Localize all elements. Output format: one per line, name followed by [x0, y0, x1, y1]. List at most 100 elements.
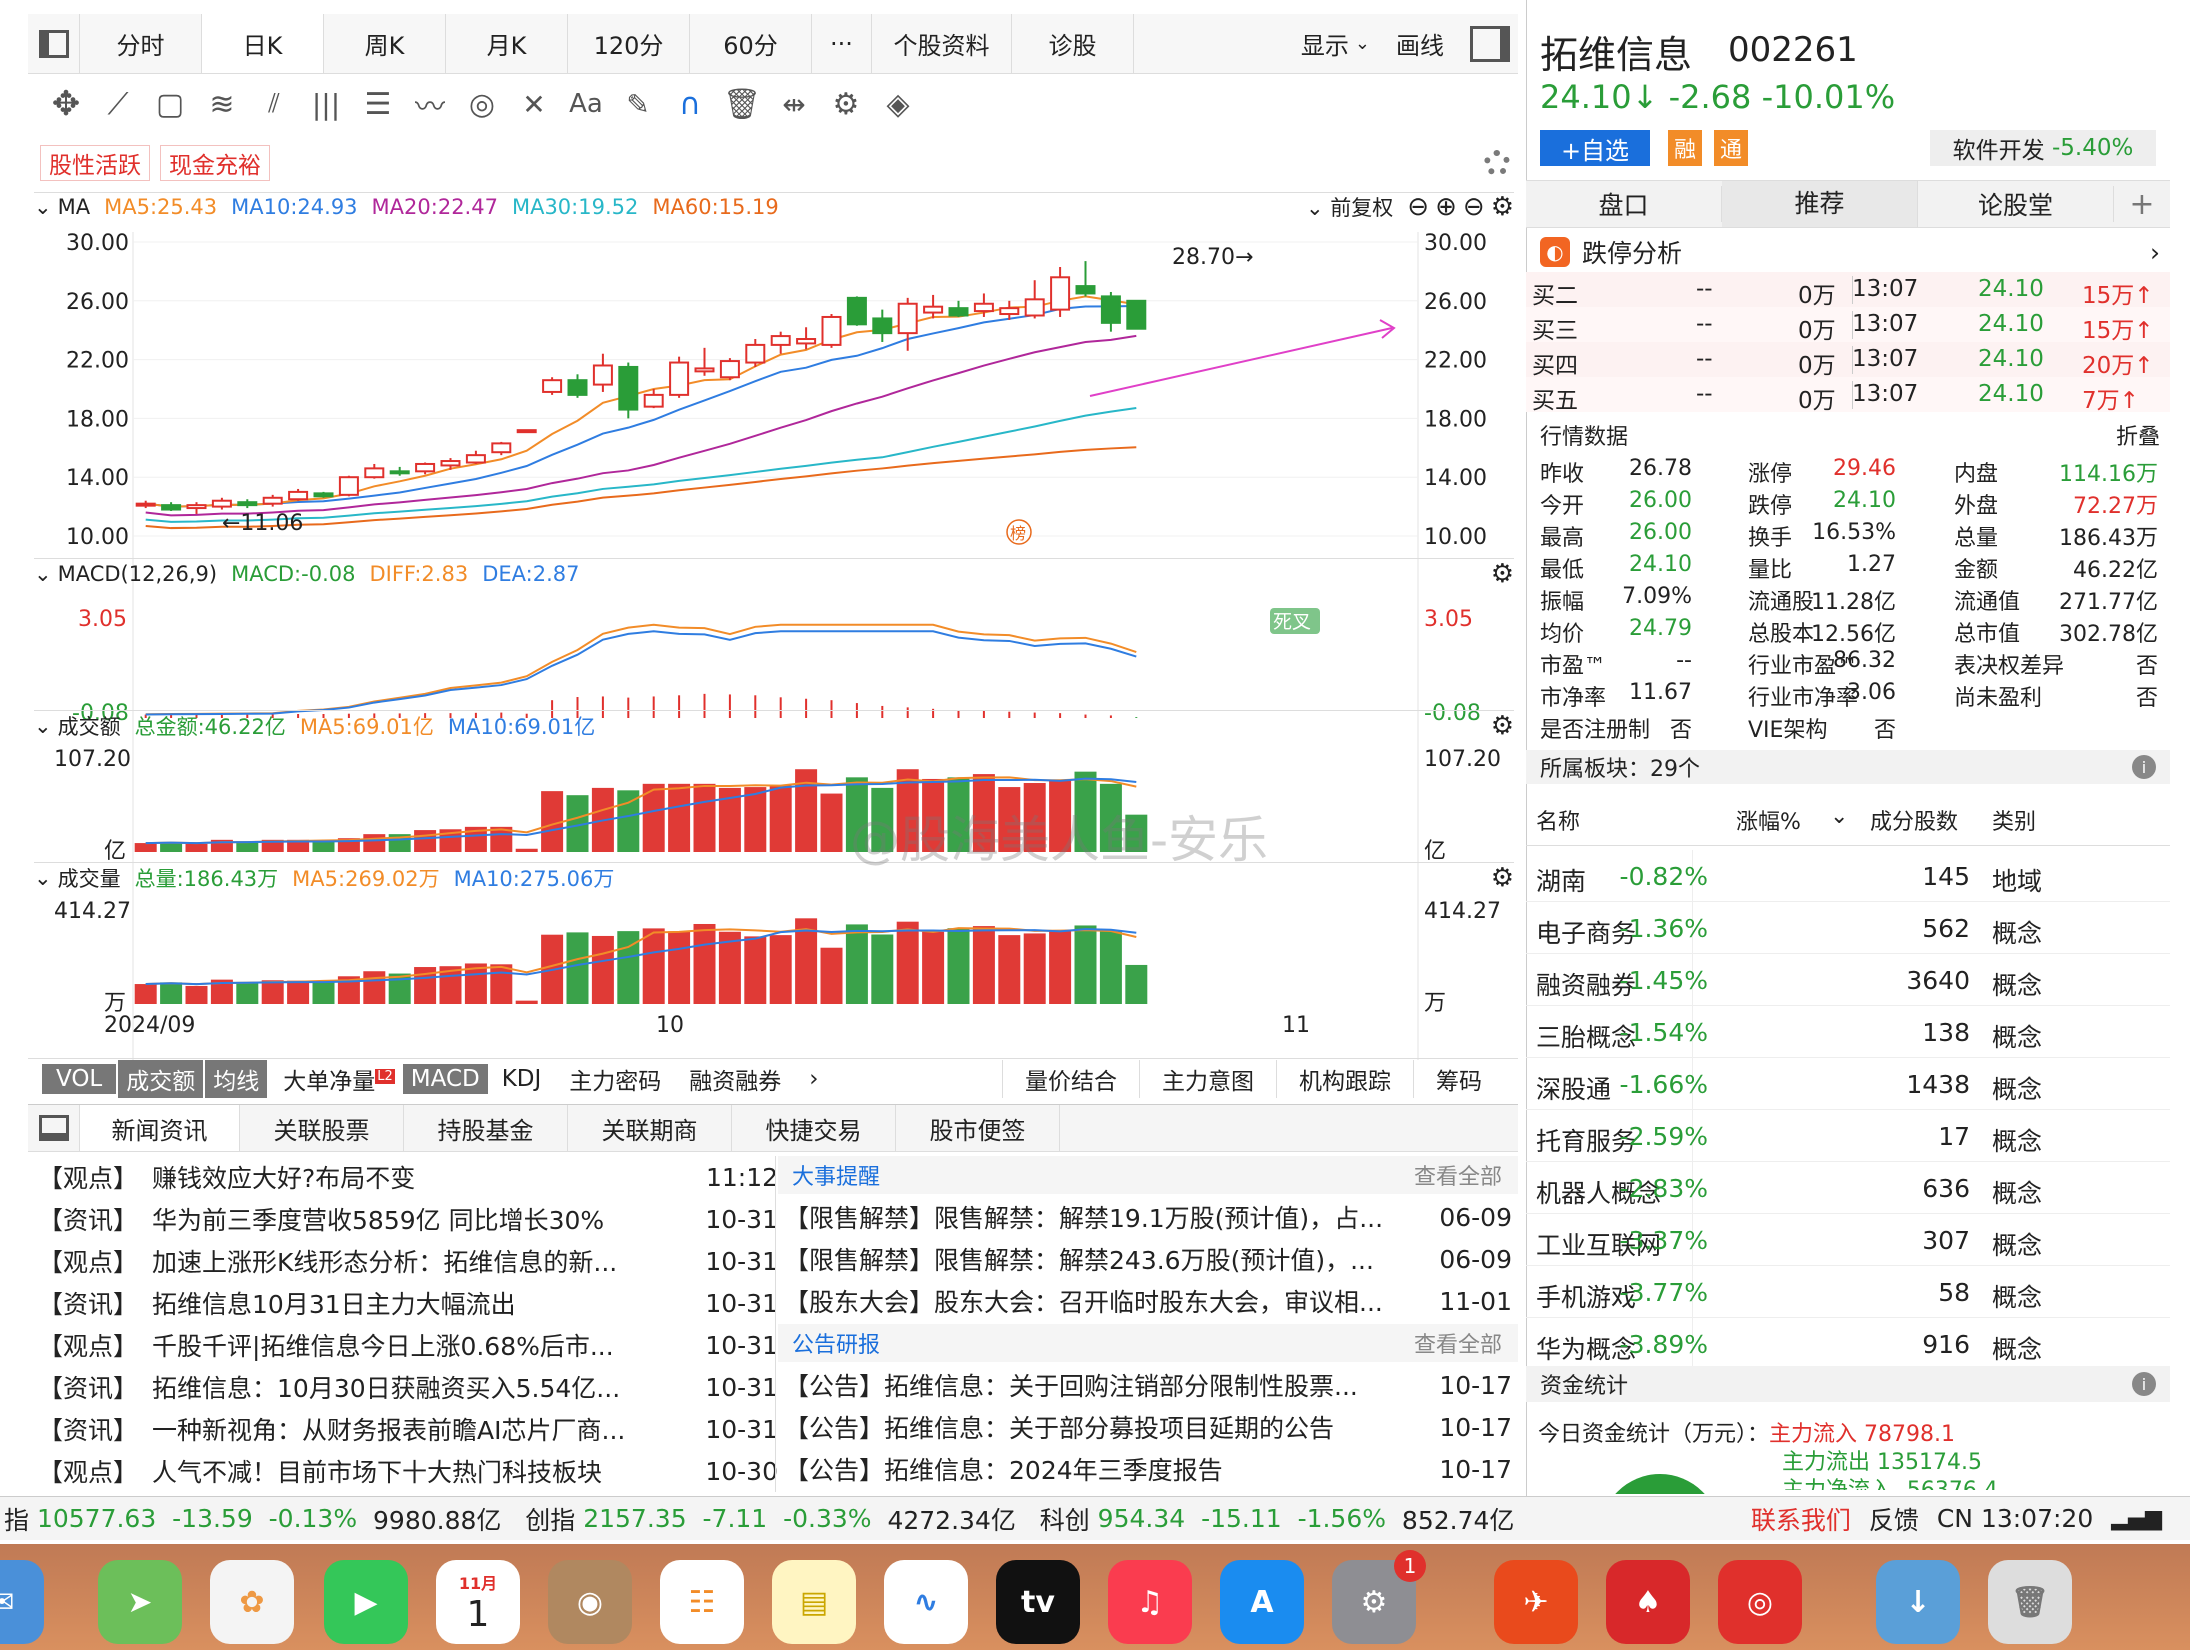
mail-icon[interactable]: ✉: [0, 1560, 44, 1644]
news-item[interactable]: 【资讯】 一种新视角：从财务报表前瞻AI芯片厂商... 10-31: [38, 1408, 788, 1450]
indicator-main-code[interactable]: 主力密码: [555, 1060, 675, 1098]
tab-monthly-k[interactable]: 月K: [446, 14, 568, 73]
col-name[interactable]: 名称: [1536, 804, 1580, 836]
sector-row[interactable]: 工业互联网 -3.37% 307 概念: [1526, 1214, 2170, 1266]
settings-icon[interactable]: ⚙: [820, 78, 872, 130]
add-tab-icon[interactable]: +: [2114, 187, 2170, 222]
news-item[interactable]: 【观点】 加速上涨形K线形态分析：拓维信息的新... 10-31: [38, 1240, 788, 1282]
freeform-icon[interactable]: ∿: [884, 1560, 968, 1644]
cycle-tool-icon[interactable]: ◎: [456, 78, 508, 130]
indicator-vol[interactable]: VOL: [42, 1063, 117, 1094]
angle-tool-icon[interactable]: ✕: [508, 78, 560, 130]
tab-fenshi[interactable]: 分时: [80, 14, 202, 73]
notes-icon[interactable]: ▤: [772, 1560, 856, 1644]
netease-icon[interactable]: ◎: [1718, 1560, 1802, 1644]
tab-chips[interactable]: 筹码: [1413, 1059, 1504, 1098]
tag-active[interactable]: 股性活跃: [40, 145, 150, 181]
tab-diagnosis[interactable]: 诊股: [1012, 14, 1134, 73]
indicator-macd[interactable]: MACD: [402, 1063, 488, 1094]
minimize-panel-icon[interactable]: [28, 1105, 80, 1151]
zoom-in-icon[interactable]: ⊕: [1435, 192, 1457, 222]
news-item[interactable]: 【资讯】 华为前三季度营收5859亿 同比增长30% 10-31: [38, 1198, 788, 1240]
tab-futures[interactable]: 关联期商: [568, 1105, 732, 1151]
volume-settings-icon[interactable]: ⚙: [1491, 863, 1514, 893]
info-icon[interactable]: i: [2132, 1372, 2156, 1396]
sector-row[interactable]: 机器人概念 -2.83% 636 概念: [1526, 1162, 2170, 1214]
limit-analysis-row[interactable]: ◐ 跌停分析 ›: [1540, 234, 2160, 270]
macd-settings-icon[interactable]: ⚙: [1491, 559, 1514, 589]
tab-volume-price[interactable]: 量价结合: [1002, 1059, 1139, 1098]
tonghuashun-icon[interactable]: ✈: [1494, 1560, 1578, 1644]
sidebar-toggle-icon[interactable]: [28, 14, 80, 73]
sector-row[interactable]: 电子商务 -1.36% 562 概念: [1526, 902, 2170, 954]
layers-icon[interactable]: ◈: [872, 78, 924, 130]
col-change[interactable]: 涨幅%: [1736, 804, 1801, 836]
facetime-icon[interactable]: ▶: [324, 1560, 408, 1644]
indicator-big-order[interactable]: 大单净量 L2: [275, 1060, 403, 1098]
news-item[interactable]: 【资讯】 拓维信息：10月30日获融资买入5.54亿... 10-31: [38, 1366, 788, 1408]
grid-tool-icon[interactable]: |||: [300, 78, 352, 130]
news-item[interactable]: 【观点】 千股千评|拓维信息今日上涨0.68%后市... 10-31: [38, 1324, 788, 1366]
wave-tool-icon[interactable]: 〰: [404, 78, 456, 130]
tab-institution[interactable]: 机构跟踪: [1276, 1059, 1413, 1098]
channel-tool-icon[interactable]: ⫽: [248, 78, 300, 130]
event-item[interactable]: 【限售解禁】 限售解禁：解禁243.6万股(预计值)，... 06-09: [784, 1238, 1512, 1280]
sector-row[interactable]: 三胎概念 -1.54% 138 概念: [1526, 1006, 2170, 1058]
indicator-margin[interactable]: 融资融券: [675, 1060, 795, 1098]
sector-row[interactable]: 融资融券 -1.45% 3640 概念: [1526, 954, 2170, 1006]
tab-daily-k[interactable]: 日K: [202, 14, 324, 73]
sector-row[interactable]: 托育服务 -2.59% 17 概念: [1526, 1110, 2170, 1162]
sector-row[interactable]: 深股通 -1.66% 1438 概念: [1526, 1058, 2170, 1110]
kline-chart[interactable]: 30.00 30.00 26.00 26.00 22.00 22.00 18.00 18.00…: [0, 220, 1526, 1060]
indicator-ma[interactable]: 均线: [205, 1059, 268, 1098]
trash-bin-icon[interactable]: 🗑: [1988, 1560, 2072, 1644]
info-icon[interactable]: i: [2132, 755, 2156, 779]
reminders-icon[interactable]: ☷: [660, 1560, 744, 1644]
adjust-dropdown[interactable]: ⌄ 前复权: [1306, 192, 1393, 222]
tab-quick-trade[interactable]: 快捷交易: [732, 1105, 896, 1151]
panel-toggle-icon[interactable]: [1470, 25, 1510, 62]
contacts-icon[interactable]: ◉: [548, 1560, 632, 1644]
tab-120min[interactable]: 120分: [568, 14, 690, 73]
app-store-icon[interactable]: A: [1220, 1560, 1304, 1644]
move-icon[interactable]: ✥: [40, 78, 92, 130]
news-item[interactable]: 【资讯】 拓维信息10月31日主力大幅流出 10-31: [38, 1282, 788, 1324]
industry-badge[interactable]: 软件开发 -5.40%: [1930, 130, 2156, 166]
tab-funds[interactable]: 持股基金: [404, 1105, 568, 1151]
sector-row[interactable]: 湖南 -0.82% 145 地域: [1526, 850, 2170, 902]
indicator-amount[interactable]: 成交额: [118, 1059, 204, 1098]
tab-order-book[interactable]: 盘口: [1526, 186, 1722, 222]
display-menu[interactable]: 显示: [1301, 26, 1349, 61]
tab-news[interactable]: 新闻资讯: [80, 1105, 240, 1151]
chart-settings-icon[interactable]: [1484, 150, 1510, 176]
contact-link[interactable]: 联系我们: [1751, 1501, 1851, 1537]
sector-row[interactable]: 华为概念 -3.89% 916 概念: [1526, 1318, 2170, 1370]
apple-tv-icon[interactable]: tv: [996, 1560, 1080, 1644]
ma-settings-icon[interactable]: ⚙: [1491, 192, 1514, 222]
tag-cash[interactable]: 现金充裕: [160, 145, 270, 181]
event-item[interactable]: 【股东大会】 股东大会：召开临时股东大会，审议相... 11-01: [784, 1280, 1512, 1322]
news-item[interactable]: 【观点】 赚钱效应大好?布局不变 11:12: [38, 1156, 788, 1198]
maps-icon[interactable]: ➤: [98, 1560, 182, 1644]
rectangle-tool-icon[interactable]: ▢: [144, 78, 196, 130]
downloads-icon[interactable]: ↓: [1876, 1560, 1960, 1644]
amount-settings-icon[interactable]: ⚙: [1491, 711, 1514, 741]
tab-weekly-k[interactable]: 周K: [324, 14, 446, 73]
tab-recommend[interactable]: 推荐: [1722, 181, 1918, 227]
add-watch-button[interactable]: +自选: [1540, 130, 1650, 166]
more-timeframes-button[interactable]: ···: [812, 14, 872, 73]
eraser-icon[interactable]: ✎: [612, 78, 664, 130]
zoom-out-icon[interactable]: ⊖: [1407, 192, 1429, 222]
text-tool-icon[interactable]: Aa: [560, 78, 612, 130]
col-type[interactable]: 类别: [1992, 804, 2036, 836]
event-item[interactable]: 【公告】 拓维信息：关于回购注销部分限制性股票... 10-17: [784, 1364, 1512, 1406]
poker-icon[interactable]: ♠: [1606, 1560, 1690, 1644]
draw-line-button[interactable]: 画线: [1396, 26, 1444, 61]
feedback-link[interactable]: 反馈: [1869, 1501, 1919, 1537]
split-icon[interactable]: ⇹: [768, 78, 820, 130]
chevron-right-icon[interactable]: ›: [795, 1064, 832, 1094]
tab-related-stocks[interactable]: 关联股票: [240, 1105, 404, 1151]
event-item[interactable]: 【限售解禁】 限售解禁：解禁19.1万股(预计值)，占... 06-09: [784, 1196, 1512, 1238]
connect-badge[interactable]: 通: [1714, 130, 1748, 166]
event-item[interactable]: 【公告】 拓维信息：2024年三季度报告 10-17: [784, 1448, 1512, 1490]
